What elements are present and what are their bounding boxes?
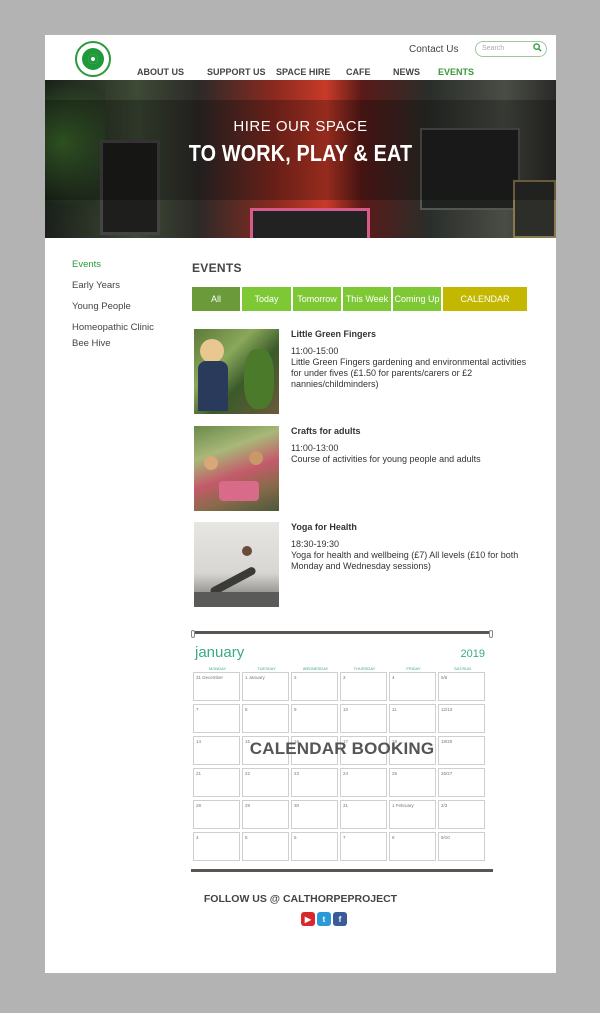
sidebar-item-homeopathic-clinic[interactable]: Homeopathic Clinic [72,322,154,333]
tab-calendar[interactable]: CALENDAR [443,287,527,311]
page-title: EVENTS [192,261,242,275]
main-nav: ABOUT US SUPPORT US SPACE HIRE CAFE NEWS… [45,67,556,79]
calendar-day-cell[interactable]: 8 [389,832,436,861]
calendar-day-cell[interactable]: 21 [193,768,240,797]
calendar-day-cell[interactable]: 1 January [242,672,289,701]
event-photo-child-body [198,361,228,411]
event-photo-person [204,456,218,470]
calendar-day-cell[interactable]: 7 [340,832,387,861]
event-description: Yoga for health and wellbeing (£7) All l… [291,550,519,571]
calendar-year: 2019 [460,648,485,660]
calendar-ring-right [489,630,493,638]
calendar-weekday: SAT/SUN [453,666,472,671]
calendar-day-cell[interactable]: 11 [389,704,436,733]
page-container: Contact Us Search ABOUT US SUPPORT US SP… [45,35,556,973]
calendar-day-cell[interactable]: 3 [340,672,387,701]
event-title[interactable]: Yoga for Health [291,522,357,532]
calendar-day-cell[interactable]: 5/6 [438,672,485,701]
calendar-day-cell[interactable]: 30 [291,800,338,829]
calendar-ring-left [191,630,195,638]
calendar-day-cell[interactable]: 5 [242,832,289,861]
calendar-day-cell[interactable]: 12/13 [438,704,485,733]
nav-news[interactable]: NEWS [393,67,420,77]
tab-this-week[interactable]: This Week [343,287,391,311]
calendar-day-cell[interactable]: 9/10 [438,832,485,861]
calendar-day-cell[interactable]: 23 [291,768,338,797]
calendar-booking-label[interactable]: CALENDAR BOOKING [191,739,493,759]
calendar-day-cell[interactable]: 22 [242,768,289,797]
calendar-day-cell[interactable]: 4 [193,832,240,861]
sidebar-item-early-years[interactable]: Early Years [72,280,120,291]
event-image[interactable] [194,426,279,511]
event-photo-person [249,451,263,465]
event-title[interactable]: Little Green Fingers [291,329,376,339]
tab-coming-up[interactable]: Coming Up [393,287,441,311]
tab-today[interactable]: Today [242,287,291,311]
calendar-day-cell[interactable]: 7 [193,704,240,733]
hero-banner: HIRE OUR SPACE TO WORK, PLAY & EAT [45,80,556,238]
hero-pink-board [250,208,370,238]
nav-support-us[interactable]: SUPPORT US [207,67,266,77]
calendar-weekday: THURSDAY [353,666,376,671]
tab-all[interactable]: All [192,287,240,311]
calendar-day-cell[interactable]: 25 [389,768,436,797]
sidebar-item-events[interactable]: Events [72,259,101,270]
calendar-weekday: WEDNESDAY [302,666,329,671]
event-photo-child [200,339,224,363]
calendar-day-cell[interactable]: 8 [242,704,289,733]
nav-events[interactable]: EVENTS [438,67,474,77]
sidebar-item-young-people[interactable]: Young People [72,301,131,312]
event-description: Little Green Fingers gardening and envir… [291,357,527,389]
event-photo-plants [244,349,274,409]
calendar-day-cell[interactable]: 24 [340,768,387,797]
hero-subtitle: HIRE OUR SPACE [233,118,368,135]
calendar-day-cell[interactable]: 1 February [389,800,436,829]
event-time: 18:30-19:30 [291,539,340,549]
calendar-day-cell[interactable]: 10 [340,704,387,733]
event-image[interactable] [194,329,279,414]
event-image[interactable] [194,522,279,607]
event-item[interactable]: Little Green Fingers 11:00-15:00 Little … [194,329,534,415]
facebook-icon[interactable]: f [333,912,347,926]
sidebar-item-bee-hive[interactable]: Bee Hive [72,338,111,349]
event-item[interactable]: Yoga for Health 18:30-19:30 Yoga for hea… [194,522,534,608]
event-title[interactable]: Crafts for adults [291,426,361,436]
hero-title: TO WORK, PLAY & EAT [188,140,413,166]
contact-us-link[interactable]: Contact Us [409,44,458,55]
calendar-day-cell[interactable]: 9 [291,704,338,733]
calendar-day-cell[interactable]: 29 [242,800,289,829]
calendar-day-cell[interactable]: 2 [291,672,338,701]
calendar-weekday: TUESDAY [257,666,276,671]
calendar-day-cell[interactable]: 26/27 [438,768,485,797]
calendar-weekday: FRIDAY [406,666,421,671]
calendar-booking-widget[interactable]: january 2019 MONDAY TUESDAY WEDNESDAY TH… [191,630,493,872]
follow-us-text: FOLLOW US @ CALTHORPEPROJECT [203,893,398,905]
calendar-day-cell[interactable]: 6 [291,832,338,861]
event-time: 11:00-15:00 [291,346,339,356]
event-item[interactable]: Crafts for adults 11:00-13:00 Course of … [194,426,534,512]
search-icon[interactable] [533,43,542,52]
calendar-weekday: MONDAY [208,666,227,671]
nav-about-us[interactable]: ABOUT US [137,67,184,77]
twitter-icon[interactable]: t [317,912,331,926]
event-photo-yoga-mat [194,592,279,607]
calendar-day-cell[interactable]: 31 [340,800,387,829]
calendar-day-cell[interactable]: 2/3 [438,800,485,829]
event-photo-yoga-head [242,546,252,556]
calendar-month: january [195,644,245,661]
calendar-grid: 31 December 1 January 2 3 4 5/6 7 8 9 10 11 12/13 14… [193,672,489,867]
calendar-day-cell[interactable]: 31 December [193,672,240,701]
nav-space-hire[interactable]: SPACE HIRE [276,67,330,77]
event-photo-crafts [219,481,259,501]
search-placeholder: Search [482,45,505,52]
event-description: Course of activities for young people an… [291,454,481,464]
nav-cafe[interactable]: CAFE [346,67,371,77]
youtube-icon[interactable]: ▶ [301,912,315,926]
search-input[interactable]: Search [475,41,547,57]
event-time: 11:00-13:00 [291,443,339,453]
tab-tomorrow[interactable]: Tomorrow [293,287,341,311]
calendar-day-cell[interactable]: 4 [389,672,436,701]
calendar-day-cell[interactable]: 28 [193,800,240,829]
